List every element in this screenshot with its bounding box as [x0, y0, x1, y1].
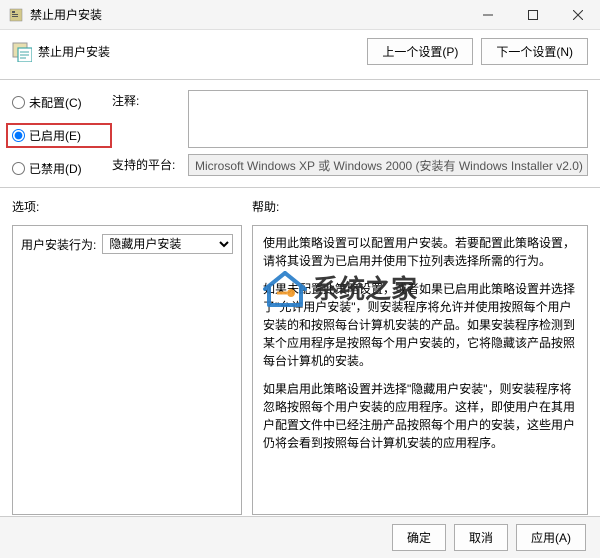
radio-enabled-label: 已启用(E) — [29, 127, 81, 144]
apply-button[interactable]: 应用(A) — [516, 524, 586, 551]
help-text: 使用此策略设置可以配置用户安装。若要配置此策略设置，请将其设置为已启用并使用下拉… — [263, 234, 577, 270]
next-setting-button[interactable]: 下一个设置(N) — [481, 38, 588, 65]
prev-setting-button[interactable]: 上一个设置(P) — [367, 38, 473, 65]
platform-value: Microsoft Windows XP 或 Windows 2000 (安装有… — [188, 154, 588, 176]
radio-disabled[interactable]: 已禁用(D) — [12, 160, 112, 177]
platform-label: 支持的平台: — [112, 154, 182, 173]
window-controls — [465, 0, 600, 29]
help-text: 如果未配置此策略设置，或者如果已启用此策略设置并选择了"允许用户安装"，则安装程… — [263, 280, 577, 370]
behavior-select[interactable]: 隐藏用户安装 — [102, 234, 233, 254]
titlebar: 禁止用户安装 — [0, 0, 600, 30]
header-title: 禁止用户安装 — [38, 43, 110, 60]
footer: 确定 取消 应用(A) — [0, 516, 600, 558]
radio-not-configured-label: 未配置(C) — [29, 94, 82, 111]
radio-disabled-input[interactable] — [12, 162, 25, 175]
help-label: 帮助: — [252, 198, 588, 215]
divider — [0, 79, 600, 80]
cancel-button[interactable]: 取消 — [454, 524, 508, 551]
radio-enabled[interactable]: 已启用(E) — [12, 127, 106, 144]
ok-button[interactable]: 确定 — [392, 524, 446, 551]
options-panel: 用户安装行为: 隐藏用户安装 — [12, 225, 242, 515]
comment-label: 注释: — [112, 90, 182, 109]
comment-input[interactable] — [188, 90, 588, 148]
app-icon — [8, 7, 24, 23]
help-panel: 使用此策略设置可以配置用户安装。若要配置此策略设置，请将其设置为已启用并使用下拉… — [252, 225, 588, 515]
radio-enabled-input[interactable] — [12, 129, 25, 142]
radio-not-configured[interactable]: 未配置(C) — [12, 94, 112, 111]
help-text: 如果启用此策略设置并选择"隐藏用户安装"，则安装程序将忽略按照每个用户安装的应用… — [263, 380, 577, 452]
maximize-button[interactable] — [510, 0, 555, 29]
radio-enabled-highlight: 已启用(E) — [6, 123, 112, 148]
policy-icon — [12, 42, 32, 62]
radio-disabled-label: 已禁用(D) — [29, 160, 82, 177]
header: 禁止用户安装 上一个设置(P) 下一个设置(N) — [0, 30, 600, 73]
radio-not-configured-input[interactable] — [12, 96, 25, 109]
minimize-button[interactable] — [465, 0, 510, 29]
window-title: 禁止用户安装 — [30, 6, 465, 23]
options-label: 选项: — [12, 198, 252, 215]
behavior-label: 用户安装行为: — [21, 236, 96, 253]
close-button[interactable] — [555, 0, 600, 29]
divider — [0, 187, 600, 188]
state-radios: 未配置(C) 已启用(E) 已禁用(D) — [12, 90, 112, 177]
